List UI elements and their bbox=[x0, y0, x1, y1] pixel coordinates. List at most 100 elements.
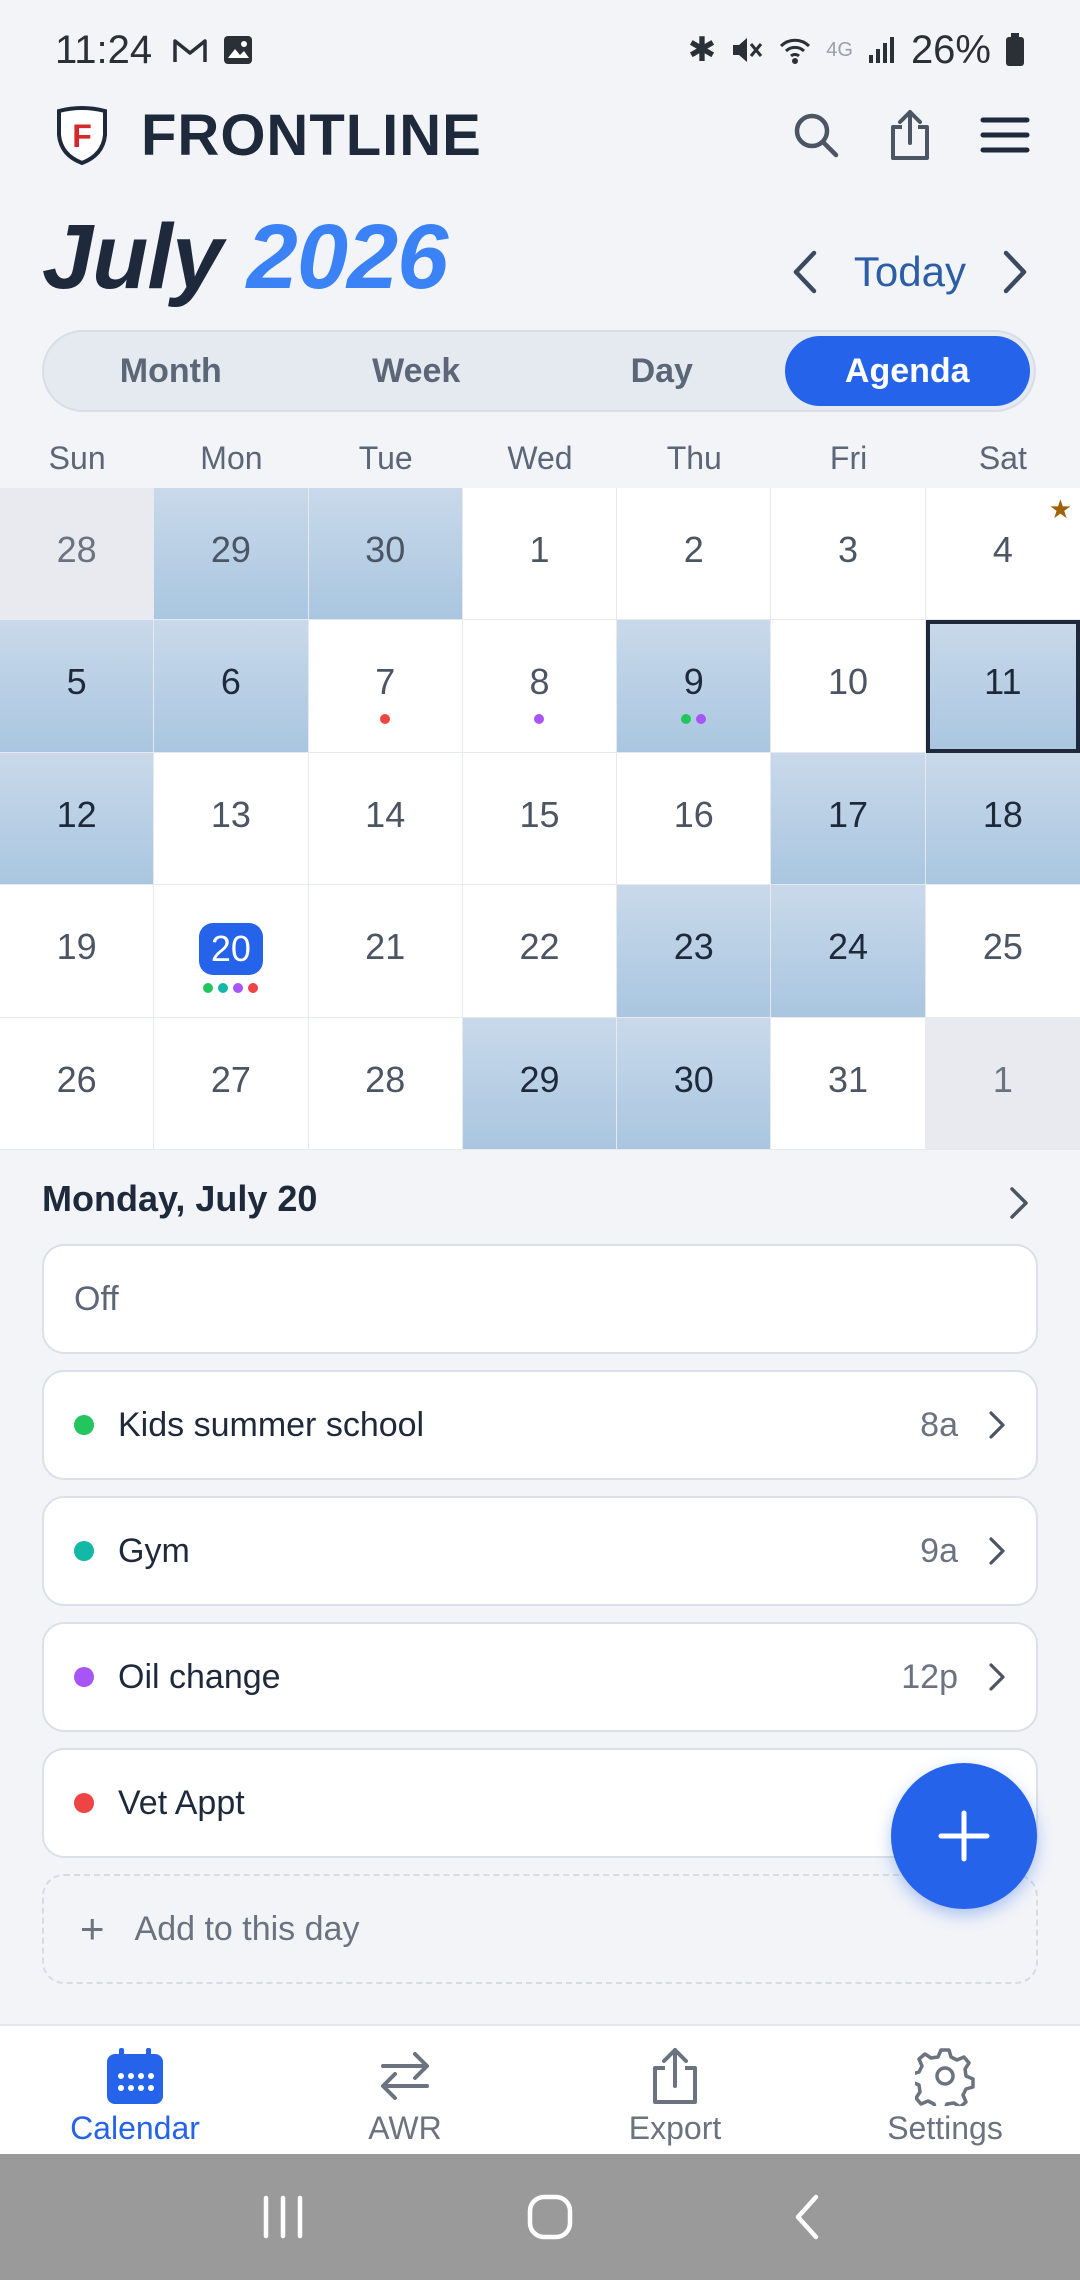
calendar-day-cell[interactable]: 13 bbox=[154, 752, 309, 886]
recent-apps-icon[interactable] bbox=[258, 2194, 308, 2240]
event-dots bbox=[380, 714, 391, 725]
day-number: 20 bbox=[198, 923, 263, 976]
day-number: 8 bbox=[529, 661, 550, 703]
list-item[interactable]: Oil change 12p bbox=[42, 1622, 1038, 1732]
off-status-row[interactable]: Off bbox=[42, 1244, 1038, 1354]
day-number: 10 bbox=[828, 661, 869, 703]
calendar-day-cell[interactable]: 4 ★ bbox=[925, 488, 1080, 621]
calendar-day-cell[interactable]: 26 bbox=[0, 1017, 155, 1150]
calendar-day-cell[interactable]: 30 bbox=[617, 1017, 772, 1150]
calendar-day-cell[interactable]: 12 bbox=[0, 752, 155, 886]
calendar-day-cell[interactable]: 6 bbox=[154, 620, 309, 753]
calendar-day-cell[interactable]: 23 bbox=[617, 885, 772, 1018]
day-number: 28 bbox=[365, 1058, 406, 1100]
calendar-day-cell[interactable]: 14 bbox=[308, 752, 463, 886]
next-month-chevron-icon[interactable] bbox=[1000, 249, 1030, 295]
calendar-day-cell[interactable]: 30 bbox=[308, 488, 463, 621]
calendar-day-cell[interactable]: 7 bbox=[308, 620, 463, 753]
calendar-day-cell[interactable]: 17 bbox=[771, 752, 926, 886]
day-number: 30 bbox=[365, 529, 406, 570]
app-brand: FRONTLINE bbox=[141, 102, 482, 168]
nav-calendar[interactable]: Calendar bbox=[0, 2026, 270, 2154]
calendar-day-cell[interactable]: 21 bbox=[308, 885, 463, 1018]
prev-month-chevron-icon[interactable] bbox=[790, 249, 820, 295]
day-number: 3 bbox=[838, 529, 859, 570]
gmail-icon bbox=[173, 39, 207, 62]
menu-icon[interactable] bbox=[980, 115, 1030, 155]
calendar-day-cell[interactable]: 15 bbox=[462, 752, 618, 886]
calendar-day-cell[interactable]: 22 bbox=[462, 885, 618, 1018]
event-dot bbox=[534, 714, 545, 725]
calendar-day-cell[interactable]: 28 bbox=[308, 1017, 463, 1150]
calendar-day-cell[interactable]: 20 bbox=[154, 885, 309, 1018]
tab-day[interactable]: Day bbox=[539, 336, 785, 406]
event-dot bbox=[696, 714, 707, 725]
event-title: Vet Appt bbox=[118, 1783, 245, 1822]
gallery-icon bbox=[224, 36, 253, 64]
event-dots bbox=[534, 714, 545, 725]
day-number: 27 bbox=[210, 1058, 251, 1100]
calendar-day-cell[interactable]: 1 bbox=[462, 488, 618, 621]
battery-icon bbox=[1006, 33, 1024, 66]
calendar-day-cell[interactable]: 10 bbox=[771, 620, 926, 753]
agenda-list: Off Kids summer school 8a Gym 9a Oil cha… bbox=[42, 1244, 1038, 1984]
calendar-day-cell[interactable]: 1 bbox=[925, 1017, 1080, 1150]
title-month: July bbox=[42, 206, 223, 308]
share-icon[interactable] bbox=[888, 109, 932, 161]
weekday-label: Sat bbox=[978, 440, 1027, 476]
tab-week[interactable]: Week bbox=[294, 336, 540, 406]
calendar-day-cell[interactable]: 25 bbox=[925, 885, 1080, 1018]
network-type: 4G bbox=[826, 38, 853, 61]
add-to-day-label: Add to this day bbox=[134, 1909, 360, 1948]
add-to-day-button[interactable]: + Add to this day bbox=[42, 1874, 1038, 1984]
search-icon[interactable] bbox=[792, 111, 840, 159]
calendar-day-cell[interactable]: 19 bbox=[0, 885, 155, 1018]
calendar-day-cell[interactable]: 11 bbox=[925, 620, 1080, 753]
calendar-day-cell[interactable]: 18 bbox=[925, 752, 1080, 886]
calendar-day-cell[interactable]: 3 bbox=[771, 488, 926, 621]
calendar-day-cell[interactable]: 29 bbox=[462, 1017, 618, 1150]
calendar-day-cell[interactable]: 28 bbox=[0, 488, 155, 621]
calendar-day-cell[interactable]: 2 bbox=[617, 488, 772, 621]
home-icon[interactable] bbox=[525, 2192, 575, 2242]
day-number: 28 bbox=[56, 529, 97, 570]
calendar-day-cell[interactable]: 5 bbox=[0, 620, 155, 753]
weekday-label: Wed bbox=[507, 440, 573, 476]
day-number: 29 bbox=[210, 529, 251, 570]
day-number: 16 bbox=[673, 793, 714, 835]
calendar-day-cell[interactable]: 29 bbox=[154, 488, 309, 621]
day-number: 4 bbox=[992, 529, 1013, 570]
event-title: Kids summer school bbox=[118, 1405, 425, 1444]
calendar-day-cell[interactable]: 8 bbox=[462, 620, 618, 753]
list-item[interactable]: Vet Appt bbox=[42, 1748, 1038, 1858]
day-number: 17 bbox=[828, 793, 869, 835]
calendar-day-cell[interactable]: 16 bbox=[617, 752, 772, 886]
export-icon bbox=[653, 2048, 697, 2104]
calendar-day-cell[interactable]: 9 bbox=[617, 620, 772, 753]
event-time: 9a bbox=[920, 1531, 958, 1570]
nav-settings[interactable]: Settings bbox=[810, 2026, 1080, 2154]
nav-export[interactable]: Export bbox=[540, 2026, 810, 2154]
battery-percent: 26% bbox=[910, 27, 991, 72]
event-title: Oil change bbox=[118, 1657, 281, 1696]
back-icon[interactable] bbox=[792, 2192, 822, 2242]
day-number: 12 bbox=[56, 793, 97, 835]
today-button[interactable]: Today bbox=[854, 248, 966, 296]
list-item[interactable]: Kids summer school 8a bbox=[42, 1370, 1038, 1480]
day-number: 14 bbox=[365, 793, 406, 835]
day-number: 7 bbox=[375, 661, 396, 703]
plus-icon bbox=[938, 1810, 990, 1862]
star-icon: ★ bbox=[1048, 494, 1072, 524]
calendar-day-cell[interactable]: 27 bbox=[154, 1017, 309, 1150]
tab-agenda[interactable]: Agenda bbox=[784, 336, 1030, 406]
calendar-icon bbox=[107, 2048, 163, 2104]
day-detail-chevron-icon[interactable] bbox=[1008, 1186, 1030, 1220]
tab-month[interactable]: Month bbox=[48, 336, 294, 406]
calendar-day-cell[interactable]: 31 bbox=[771, 1017, 926, 1150]
day-number: 31 bbox=[828, 1058, 869, 1100]
calendar-day-cell[interactable]: 24 bbox=[771, 885, 926, 1018]
nav-awr[interactable]: AWR bbox=[270, 2026, 540, 2154]
add-event-fab[interactable] bbox=[891, 1763, 1037, 1909]
list-item[interactable]: Gym 9a bbox=[42, 1496, 1038, 1606]
off-label: Off bbox=[74, 1279, 119, 1318]
